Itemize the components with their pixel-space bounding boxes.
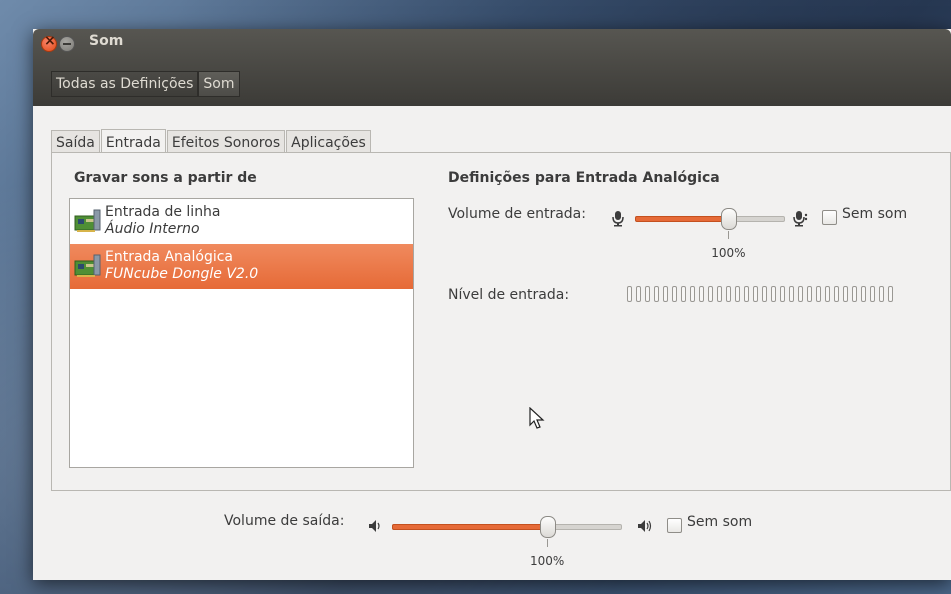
device-subtitle: FUNcube Dongle V2.0 bbox=[105, 266, 259, 282]
output-volume-label: Volume de saída: bbox=[224, 513, 345, 529]
slider-fill bbox=[635, 216, 731, 222]
level-segment bbox=[645, 286, 650, 302]
level-segment bbox=[852, 286, 857, 302]
sound-settings-window: Som Todas as Definições Som Saída Entrad… bbox=[33, 29, 951, 580]
device-name: Entrada de linha bbox=[105, 204, 221, 220]
level-segment bbox=[762, 286, 767, 302]
level-segment bbox=[861, 286, 866, 302]
tab-bar: Saída Entrada Efeitos Sonoros Aplicações bbox=[51, 128, 372, 156]
level-segment bbox=[834, 286, 839, 302]
input-tab-panel: Gravar sons a partir de Entrada de linha… bbox=[51, 152, 951, 491]
input-volume-slider[interactable] bbox=[635, 208, 785, 230]
level-segment bbox=[708, 286, 713, 302]
microphone-icon bbox=[612, 211, 624, 227]
sound-card-icon bbox=[74, 254, 101, 277]
breadcrumb-sound[interactable]: Som bbox=[198, 71, 240, 97]
device-subtitle: Áudio Interno bbox=[105, 221, 200, 237]
slider-handle[interactable] bbox=[540, 516, 557, 538]
level-segment bbox=[888, 286, 893, 302]
speaker-icon bbox=[369, 520, 380, 532]
level-segment bbox=[870, 286, 875, 302]
level-segment bbox=[753, 286, 758, 302]
level-segment bbox=[744, 286, 749, 302]
level-segment bbox=[825, 286, 830, 302]
close-icon[interactable] bbox=[41, 33, 57, 52]
level-segment bbox=[879, 286, 884, 302]
device-list-heading: Gravar sons a partir de bbox=[74, 170, 257, 186]
level-segment bbox=[663, 286, 668, 302]
sound-card-icon bbox=[74, 209, 101, 232]
input-level-meter bbox=[627, 286, 897, 302]
output-volume-percent: 100% bbox=[530, 554, 565, 568]
level-segment bbox=[816, 286, 821, 302]
level-segment bbox=[780, 286, 785, 302]
output-mute-label[interactable]: Sem som bbox=[687, 514, 752, 530]
level-segment bbox=[771, 286, 776, 302]
breadcrumb: Todas as Definições Som bbox=[51, 71, 240, 97]
settings-heading: Definições para Entrada Analógica bbox=[448, 170, 720, 186]
level-segment bbox=[690, 286, 695, 302]
level-segment bbox=[843, 286, 848, 302]
slider-fill bbox=[392, 524, 550, 530]
breadcrumb-all-settings[interactable]: Todas as Definições bbox=[51, 71, 199, 97]
level-segment bbox=[807, 286, 812, 302]
volume-100-tick bbox=[547, 539, 549, 547]
output-mute-checkbox[interactable] bbox=[667, 518, 682, 533]
mouse-pointer-icon bbox=[529, 407, 545, 429]
speaker-icon bbox=[638, 520, 652, 532]
input-mute-checkbox[interactable] bbox=[822, 210, 837, 225]
level-segment bbox=[654, 286, 659, 302]
input-level-label: Nível de entrada: bbox=[448, 287, 570, 303]
level-segment bbox=[735, 286, 740, 302]
device-row-analog-input[interactable]: Entrada Analógica FUNcube Dongle V2.0 bbox=[70, 244, 413, 289]
minimize-icon[interactable] bbox=[59, 36, 75, 52]
level-segment bbox=[717, 286, 722, 302]
level-segment bbox=[636, 286, 641, 302]
device-row-line-in[interactable]: Entrada de linha Áudio Interno bbox=[70, 199, 413, 244]
level-segment bbox=[627, 286, 632, 302]
level-segment bbox=[699, 286, 704, 302]
volume-100-tick bbox=[728, 231, 730, 239]
input-volume-percent: 100% bbox=[711, 246, 746, 260]
level-segment bbox=[681, 286, 686, 302]
input-volume-label: Volume de entrada: bbox=[448, 206, 586, 222]
level-segment bbox=[672, 286, 677, 302]
input-mute-label[interactable]: Sem som bbox=[842, 206, 907, 222]
title-bar[interactable]: Som Todas as Definições Som bbox=[33, 29, 951, 106]
slider-handle[interactable] bbox=[721, 208, 738, 230]
level-segment bbox=[726, 286, 731, 302]
window-title: Som bbox=[89, 33, 124, 49]
microphone-icon bbox=[793, 211, 808, 227]
level-segment bbox=[789, 286, 794, 302]
level-segment bbox=[798, 286, 803, 302]
output-volume-slider[interactable] bbox=[392, 516, 622, 538]
device-name: Entrada Analógica bbox=[105, 249, 233, 265]
input-device-list[interactable]: Entrada de linha Áudio Interno Entrada A… bbox=[69, 198, 414, 468]
